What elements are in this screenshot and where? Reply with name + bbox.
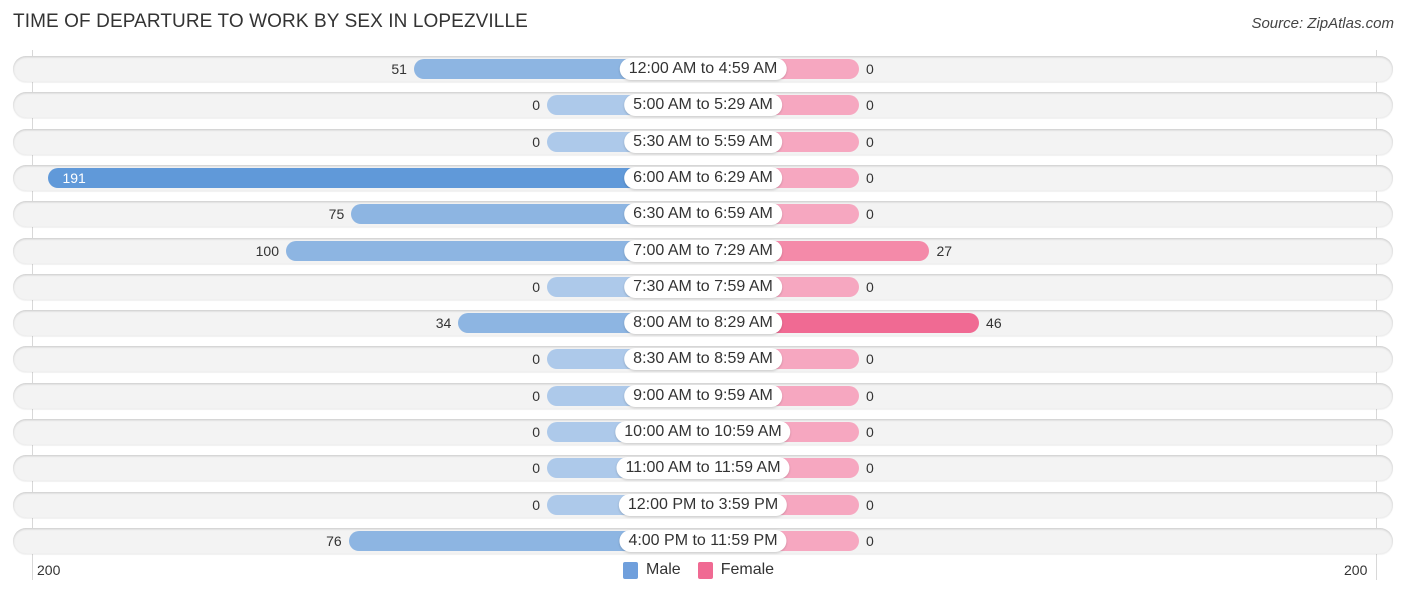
value-label-female: 0 — [866, 97, 874, 113]
legend-item-female[interactable]: Female — [697, 561, 775, 579]
category-label: 8:30 AM to 8:59 AM — [624, 348, 782, 370]
value-label-female: 0 — [866, 388, 874, 404]
legend-label-male: Male — [646, 561, 681, 578]
tick-label-left: 200 — [37, 562, 61, 578]
category-label: 9:00 AM to 9:59 AM — [624, 385, 782, 407]
legend-item-male[interactable]: Male — [623, 561, 681, 579]
value-label-female: 27 — [936, 243, 953, 259]
category-label: 10:00 AM to 10:59 AM — [615, 421, 791, 443]
value-label-female: 0 — [866, 206, 874, 222]
value-label-male: 100 — [255, 243, 279, 259]
value-label-male: 0 — [532, 424, 540, 440]
value-label-female: 0 — [866, 460, 874, 476]
legend-swatch-female — [697, 561, 713, 579]
value-label-male: 0 — [532, 279, 540, 295]
value-label-male: 75 — [328, 206, 345, 222]
category-label: 7:00 AM to 7:29 AM — [624, 240, 782, 262]
category-label: 6:30 AM to 6:59 AM — [624, 203, 782, 225]
value-label-male: 51 — [391, 61, 407, 77]
tick-label-right: 200 — [1344, 562, 1368, 578]
category-label: 8:00 AM to 8:29 AM — [624, 312, 782, 334]
value-label-male: 0 — [532, 134, 540, 150]
legend: Male Female — [623, 561, 791, 579]
legend-swatch-male — [623, 561, 638, 579]
value-label-female: 0 — [866, 424, 874, 440]
value-label-male: 34 — [435, 315, 452, 331]
value-label-female: 46 — [986, 315, 1002, 331]
category-label: 6:00 AM to 6:29 AM — [624, 167, 782, 189]
category-label: 11:00 AM to 11:59 AM — [616, 457, 790, 479]
category-label: 5:30 AM to 5:59 AM — [624, 131, 782, 153]
category-label: 12:00 AM to 4:59 AM — [619, 58, 787, 80]
bar-male[interactable] — [48, 168, 703, 188]
value-label-male: 0 — [532, 97, 540, 113]
value-label-male: 0 — [532, 497, 540, 513]
value-label-female: 0 — [866, 61, 874, 77]
value-label-female: 0 — [866, 279, 874, 295]
value-label-female: 0 — [866, 170, 874, 186]
value-label-male: 191 — [62, 170, 86, 186]
value-label-male: 0 — [532, 460, 540, 476]
category-label: 5:00 AM to 5:29 AM — [624, 94, 782, 116]
category-label: 4:00 PM to 11:59 PM — [619, 530, 787, 552]
source-label: Source: ZipAtlas.com — [1251, 15, 1394, 32]
value-label-female: 0 — [866, 134, 874, 150]
value-label-male: 0 — [532, 351, 540, 367]
value-label-male: 0 — [532, 388, 540, 404]
value-label-female: 0 — [866, 351, 874, 367]
value-label-female: 0 — [866, 533, 874, 549]
legend-label-female: Female — [720, 561, 775, 578]
value-label-female: 0 — [866, 497, 874, 513]
category-label: 12:00 PM to 3:59 PM — [618, 494, 788, 516]
chart-title: TIME OF DEPARTURE TO WORK BY SEX IN LOPE… — [13, 11, 528, 32]
category-label: 7:30 AM to 7:59 AM — [624, 276, 782, 298]
value-label-male: 76 — [326, 533, 342, 549]
